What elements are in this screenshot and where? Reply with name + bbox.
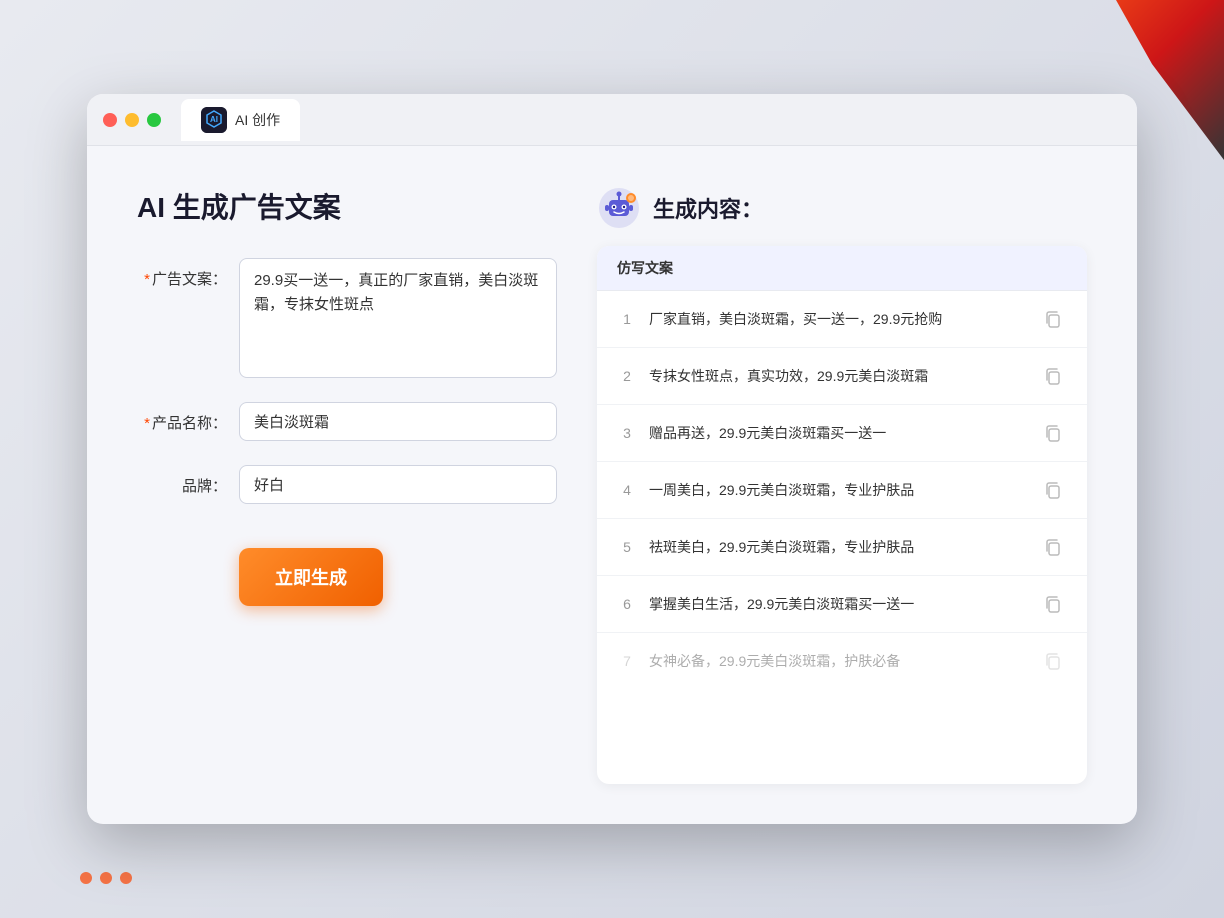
copy-button[interactable] [1039, 419, 1067, 447]
left-panel: AI 生成广告文案 *广告文案： 29.9买一送一，真正的厂家直销，美白淡斑霜，… [137, 186, 557, 784]
result-number: 6 [617, 596, 637, 612]
product-name-input[interactable] [239, 402, 557, 441]
result-number: 5 [617, 539, 637, 555]
result-item: 7 女神必备，29.9元美白淡斑霜，护肤必备 [597, 633, 1087, 689]
ai-tab-icon: AI [201, 107, 227, 133]
brand-row: 品牌： [137, 465, 557, 504]
minimize-button[interactable] [125, 113, 139, 127]
result-number: 1 [617, 311, 637, 327]
content-area: AI 生成广告文案 *广告文案： 29.9买一送一，真正的厂家直销，美白淡斑霜，… [87, 146, 1137, 824]
deco-dot-3 [120, 872, 132, 884]
result-text: 赠品再送，29.9元美白淡斑霜买一送一 [649, 423, 1027, 444]
copy-button[interactable] [1039, 590, 1067, 618]
deco-dot-1 [80, 872, 92, 884]
product-name-row: *产品名称： [137, 402, 557, 441]
ad-copy-required: * [144, 271, 150, 288]
results-header-row: 仿写文案 [597, 246, 1087, 291]
svg-text:AI: AI [210, 115, 218, 124]
result-text: 祛斑美白，29.9元美白淡斑霜，专业护肤品 [649, 537, 1027, 558]
result-text: 专抹女性斑点，真实功效，29.9元美白淡斑霜 [649, 366, 1027, 387]
copy-button[interactable] [1039, 647, 1067, 675]
copy-button[interactable] [1039, 362, 1067, 390]
result-item: 5 祛斑美白，29.9元美白淡斑霜，专业护肤品 [597, 519, 1087, 576]
result-text: 掌握美白生活，29.9元美白淡斑霜买一送一 [649, 594, 1027, 615]
results-container: 仿写文案 1 厂家直销，美白淡斑霜，买一送一，29.9元抢购 2 专抹女性斑点，真实… [597, 246, 1087, 784]
ad-copy-input[interactable]: 29.9买一送一，真正的厂家直销，美白淡斑霜，专抹女性斑点 [239, 258, 557, 378]
result-item: 4 一周美白，29.9元美白淡斑霜，专业护肤品 [597, 462, 1087, 519]
ad-copy-row: *广告文案： 29.9买一送一，真正的厂家直销，美白淡斑霜，专抹女性斑点 [137, 258, 557, 378]
copy-button[interactable] [1039, 476, 1067, 504]
close-button[interactable] [103, 113, 117, 127]
result-item: 2 专抹女性斑点，真实功效，29.9元美白淡斑霜 [597, 348, 1087, 405]
ad-copy-label: *广告文案： [137, 258, 227, 289]
results-list: 1 厂家直销，美白淡斑霜，买一送一，29.9元抢购 2 专抹女性斑点，真实功效，29… [597, 291, 1087, 689]
result-text: 女神必备，29.9元美白淡斑霜，护肤必备 [649, 651, 1027, 672]
product-name-label: *产品名称： [137, 402, 227, 433]
copy-button[interactable] [1039, 533, 1067, 561]
window-controls [103, 113, 161, 127]
browser-window: AI AI 创作 AI 生成广告文案 *广告文案： 29.9买一送一，真正的厂家… [87, 94, 1137, 824]
ai-tab[interactable]: AI AI 创作 [181, 99, 300, 141]
result-number: 4 [617, 482, 637, 498]
deco-dot-2 [100, 872, 112, 884]
robot-icon [597, 186, 641, 230]
right-panel: 生成内容： 仿写文案 1 厂家直销，美白淡斑霜，买一送一，29.9元抢购 2 专抹女… [597, 186, 1087, 784]
result-text: 厂家直销，美白淡斑霜，买一送一，29.9元抢购 [649, 309, 1027, 330]
result-number: 7 [617, 653, 637, 669]
result-number: 2 [617, 368, 637, 384]
result-number: 3 [617, 425, 637, 441]
product-required: * [144, 415, 150, 432]
result-text: 一周美白，29.9元美白淡斑霜，专业护肤品 [649, 480, 1027, 501]
result-title: 生成内容： [653, 192, 763, 224]
deco-bottom-left [80, 838, 280, 918]
page-title: AI 生成广告文案 [137, 186, 557, 226]
copy-button[interactable] [1039, 305, 1067, 333]
maximize-button[interactable] [147, 113, 161, 127]
brand-input[interactable] [239, 465, 557, 504]
tab-label: AI 创作 [235, 110, 280, 130]
result-item: 3 赠品再送，29.9元美白淡斑霜买一送一 [597, 405, 1087, 462]
result-item: 6 掌握美白生活，29.9元美白淡斑霜买一送一 [597, 576, 1087, 633]
title-bar: AI AI 创作 [87, 94, 1137, 146]
brand-label: 品牌： [137, 465, 227, 496]
result-item: 1 厂家直销，美白淡斑霜，买一送一，29.9元抢购 [597, 291, 1087, 348]
generate-button[interactable]: 立即生成 [239, 548, 383, 606]
result-header: 生成内容： [597, 186, 1087, 230]
